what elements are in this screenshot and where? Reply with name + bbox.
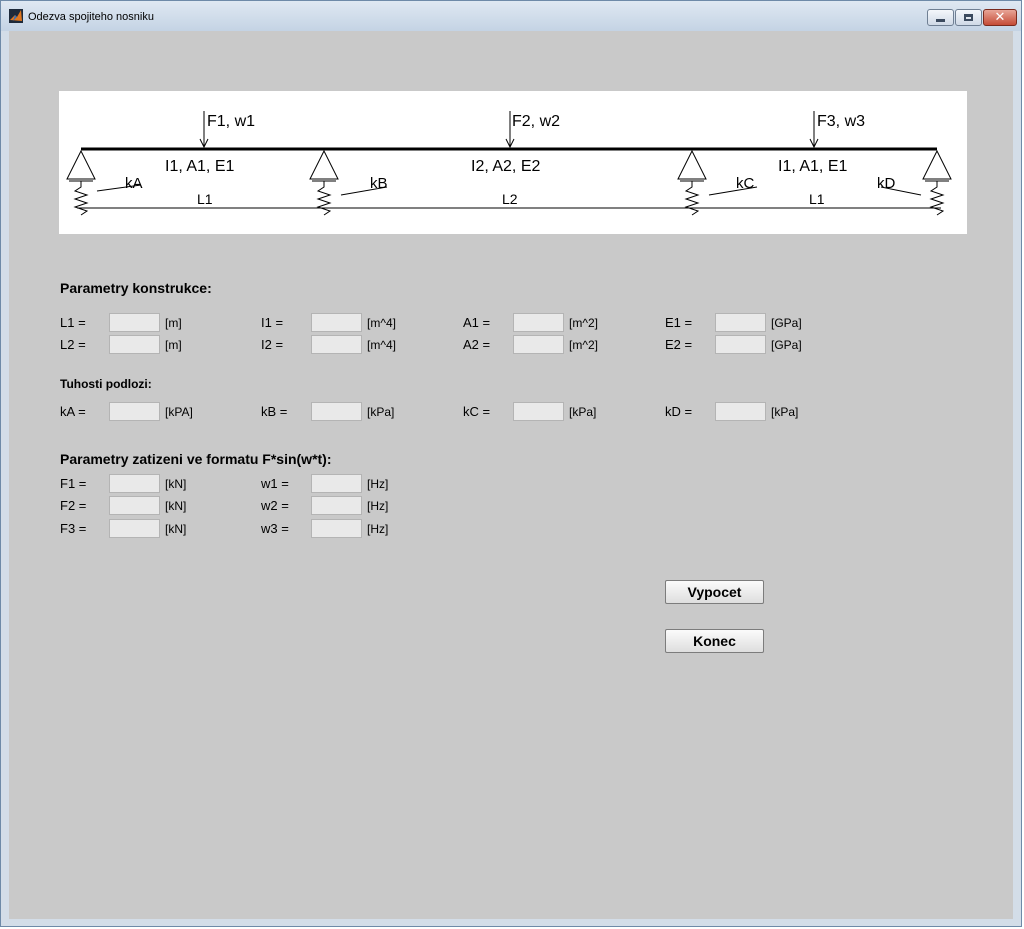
stiffness-unit-kc: [kPa] [569, 405, 597, 419]
spring-label-d: kD [877, 175, 896, 192]
param-unit-a1: [m^2] [569, 316, 598, 330]
exit-button[interactable]: Konec [665, 629, 764, 653]
stiffness-label-kd: kD = [665, 404, 693, 419]
force-unit-f2: [kN] [165, 499, 187, 513]
beam-diagram: F1, w1 F2, w2 F3, w3 I1, A1, E1 I2, A2, … [59, 91, 967, 234]
construction-heading: Parametry konstrukce: [60, 280, 212, 296]
param-label-e1: E1 = [665, 315, 693, 330]
param-unit-i2: [m^4] [367, 338, 396, 352]
beam-diagram-drawing: F1, w1 F2, w2 F3, w3 I1, A1, E1 I2, A2, … [66, 111, 952, 216]
f3-input[interactable] [109, 519, 160, 538]
param-unit-l1: [m] [165, 316, 182, 330]
maximize-button[interactable] [955, 9, 982, 26]
window-frame-right [1013, 31, 1021, 926]
load-label-2: F2, w2 [512, 113, 560, 130]
app-window: Odezva spojiteho nosniku ✕ F1, w1 F2, w2… [0, 0, 1022, 927]
length-label-3: L1 [809, 191, 825, 207]
force-unit-f3: [kN] [165, 522, 187, 536]
stiffness-label-kb: kB = [261, 404, 288, 419]
freq-label-w1: w1 = [261, 476, 289, 491]
w3-input[interactable] [311, 519, 362, 538]
stiffness-unit-kd: [kPa] [771, 405, 799, 419]
length-label-1: L1 [197, 191, 213, 207]
param-label-l1: L1 = [60, 315, 86, 330]
param-label-e2: E2 = [665, 337, 693, 352]
span-props-3: I1, A1, E1 [778, 158, 847, 175]
stiffness-unit-kb: [kPa] [367, 405, 395, 419]
spring-label-a: kA [125, 175, 143, 192]
param-unit-e2: [GPa] [771, 338, 802, 352]
load-label-1: F1, w1 [207, 113, 255, 130]
minimize-button[interactable] [927, 9, 954, 26]
foundation-heading: Tuhosti podlozi: [60, 377, 152, 391]
w2-input[interactable] [311, 496, 362, 515]
force-unit-f1: [kN] [165, 477, 187, 491]
param-unit-i1: [m^4] [367, 316, 396, 330]
param-label-l2: L2 = [60, 337, 86, 352]
load-label-3: F3, w3 [817, 113, 865, 130]
param-unit-l2: [m] [165, 338, 182, 352]
l2-input[interactable] [109, 335, 160, 354]
length-label-2: L2 [502, 191, 518, 207]
window-title: Odezva spojiteho nosniku [28, 11, 154, 23]
kb-input[interactable] [311, 402, 362, 421]
param-label-a2: A2 = [463, 337, 491, 352]
kc-input[interactable] [513, 402, 564, 421]
param-label-a1: A1 = [463, 315, 491, 330]
minimize-icon [936, 19, 945, 22]
param-label-i2: I2 = [261, 337, 284, 352]
freq-unit-w3: [Hz] [367, 522, 389, 536]
matlab-logo-icon [9, 9, 23, 23]
l1-input[interactable] [109, 313, 160, 332]
window-frame-left [1, 31, 9, 926]
title-bar[interactable]: Odezva spojiteho nosniku ✕ [1, 1, 1021, 31]
spring-label-b: kB [370, 175, 388, 192]
kd-input[interactable] [715, 402, 766, 421]
maximize-icon [964, 14, 973, 21]
f1-input[interactable] [109, 474, 160, 493]
window-frame-bottom [1, 919, 1021, 926]
param-label-i1: I1 = [261, 315, 284, 330]
close-button[interactable]: ✕ [983, 9, 1017, 26]
stiffness-label-kc: kC = [463, 404, 491, 419]
e1-input[interactable] [715, 313, 766, 332]
a1-input[interactable] [513, 313, 564, 332]
force-label-f3: F3 = [60, 521, 87, 536]
a2-input[interactable] [513, 335, 564, 354]
stiffness-label-ka: kA = [60, 404, 86, 419]
spring-label-c: kC [736, 175, 755, 192]
f2-input[interactable] [109, 496, 160, 515]
force-label-f2: F2 = [60, 498, 87, 513]
compute-button[interactable]: Vypocet [665, 580, 764, 604]
e2-input[interactable] [715, 335, 766, 354]
freq-unit-w2: [Hz] [367, 499, 389, 513]
i2-input[interactable] [311, 335, 362, 354]
freq-unit-w1: [Hz] [367, 477, 389, 491]
freq-label-w2: w2 = [261, 498, 289, 513]
i1-input[interactable] [311, 313, 362, 332]
force-label-f1: F1 = [60, 476, 87, 491]
param-unit-e1: [GPa] [771, 316, 802, 330]
loading-heading: Parametry zatizeni ve formatu F*sin(w*t)… [60, 451, 332, 467]
span-props-1: I1, A1, E1 [165, 158, 234, 175]
w1-input[interactable] [311, 474, 362, 493]
stiffness-unit-ka: [kPA] [165, 405, 193, 419]
span-props-2: I2, A2, E2 [471, 158, 540, 175]
freq-label-w3: w3 = [261, 521, 289, 536]
param-unit-a2: [m^2] [569, 338, 598, 352]
close-icon: ✕ [994, 10, 1006, 25]
ka-input[interactable] [109, 402, 160, 421]
